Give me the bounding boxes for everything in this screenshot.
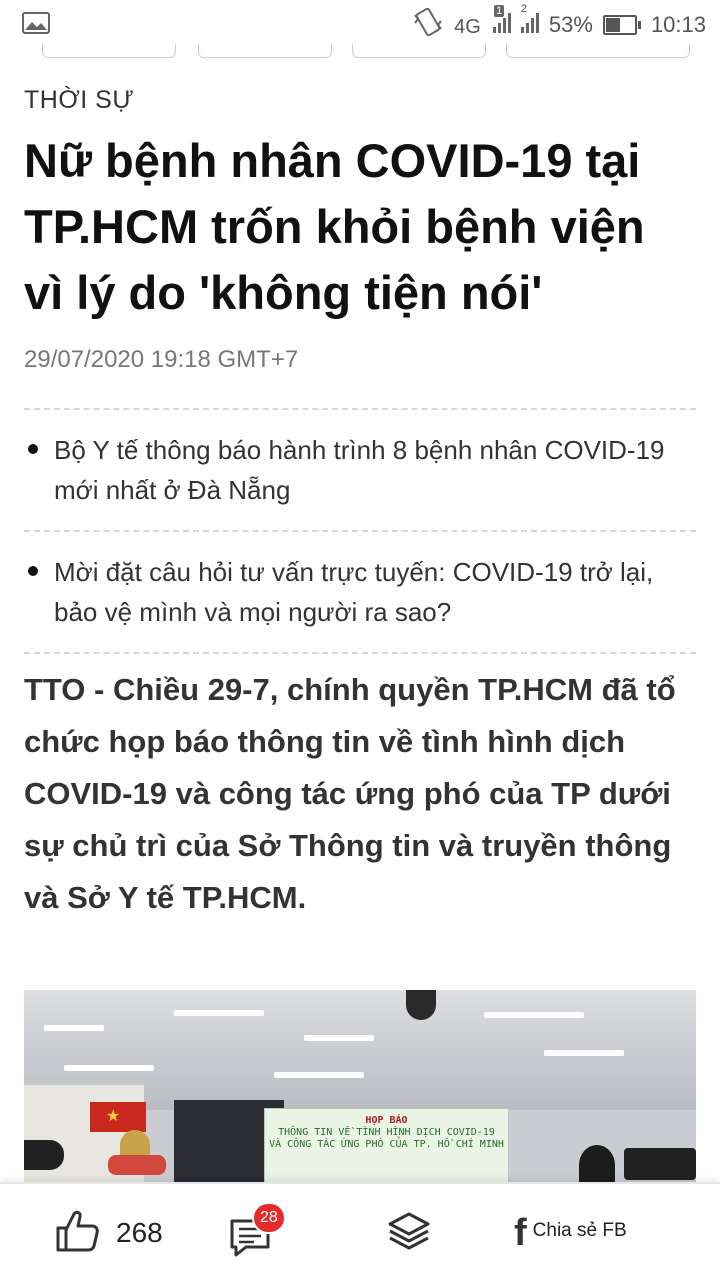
related-link-text: Mời đặt câu hỏi tư vấn trực tuyến: COVID… <box>54 557 654 627</box>
related-link[interactable]: Mời đặt câu hỏi tư vấn trực tuyến: COVID… <box>24 530 696 654</box>
tab-stub[interactable] <box>352 44 486 58</box>
microphone <box>24 1140 64 1170</box>
related-link[interactable]: Bộ Y tế thông báo hành trình 8 bệnh nhân… <box>24 408 696 530</box>
bullet-icon <box>28 566 38 576</box>
banner-line: VÀ CÔNG TÁC ỨNG PHÓ CỦA TP. HỒ CHÍ MINH <box>269 1139 504 1150</box>
battery-icon <box>602 15 641 35</box>
article-headline: Nữ bệnh nhân COVID-19 tại TP.HCM trốn kh… <box>24 134 645 319</box>
star-icon: ★ <box>106 1108 121 1125</box>
ceiling-light <box>304 1035 374 1041</box>
ceiling-light <box>274 1072 364 1078</box>
signal-icon-2: 2 <box>520 3 539 39</box>
signal-icon: 4G 1 <box>454 5 511 39</box>
ceiling-light <box>44 1025 104 1031</box>
comment-count-badge: 28 <box>252 1202 286 1234</box>
tab-strip <box>0 44 720 58</box>
related-links: Bộ Y tế thông báo hành trình 8 bệnh nhân… <box>24 408 696 654</box>
thumbs-up-icon <box>54 1208 100 1259</box>
ceiling-camera <box>406 990 436 1020</box>
video-camera <box>624 1148 696 1180</box>
ceiling-light <box>544 1050 624 1056</box>
banner-heading: HỌP BÁO <box>365 1115 408 1126</box>
image-icon <box>22 11 50 39</box>
battery-percent: 53% <box>548 12 593 37</box>
article-lead: TTO - Chiều 29-7, chính quyền TP.HCM đã … <box>24 672 676 915</box>
tab-stub[interactable] <box>42 44 176 58</box>
article-category[interactable]: THỜI SỰ <box>24 86 134 115</box>
press-banner: HỌP BÁO THÔNG TIN VỀ TÌNH HÌNH DỊCH COVI… <box>264 1108 509 1185</box>
status-bar: 4G 1 2 53% 10:13 <box>0 0 720 50</box>
ceiling-light <box>64 1065 154 1071</box>
layers-icon <box>386 1208 432 1259</box>
like-count: 268 <box>116 1217 163 1248</box>
article-photo[interactable]: ★ HỌP BÁO THÔNG TIN VỀ TÌNH HÌNH DỊCH CO… <box>24 990 696 1185</box>
bottom-action-bar: 268 28 f Chia sẻ FB <box>0 1182 720 1280</box>
bullet-icon <box>28 444 38 454</box>
person <box>579 1145 615 1185</box>
flowers <box>108 1155 166 1175</box>
facebook-icon: f <box>514 1212 527 1254</box>
related-articles-button[interactable] <box>386 1184 432 1280</box>
vibrate-icon <box>412 7 444 43</box>
network-type: 4G <box>454 16 481 38</box>
related-link-text: Bộ Y tế thông báo hành trình 8 bệnh nhân… <box>54 435 665 505</box>
like-button[interactable]: 268 <box>54 1184 163 1280</box>
tab-stub[interactable] <box>198 44 332 58</box>
article-timestamp: 29/07/2020 19:18 GMT+7 <box>24 346 299 373</box>
comment-button[interactable]: 28 <box>228 1184 286 1280</box>
ceiling-light <box>174 1010 264 1016</box>
clock: 10:13 <box>650 12 706 37</box>
facebook-share-button[interactable]: f Chia sẻ FB <box>514 1184 627 1280</box>
sim1-label: 1 <box>494 5 505 17</box>
sim2-label: 2 <box>520 3 528 15</box>
share-label: Chia sẻ FB <box>532 1220 627 1241</box>
banner-line: THÔNG TIN VỀ TÌNH HÌNH DỊCH COVID-19 <box>278 1127 495 1138</box>
tab-stub[interactable] <box>506 44 690 58</box>
ceiling-light <box>484 1012 584 1018</box>
